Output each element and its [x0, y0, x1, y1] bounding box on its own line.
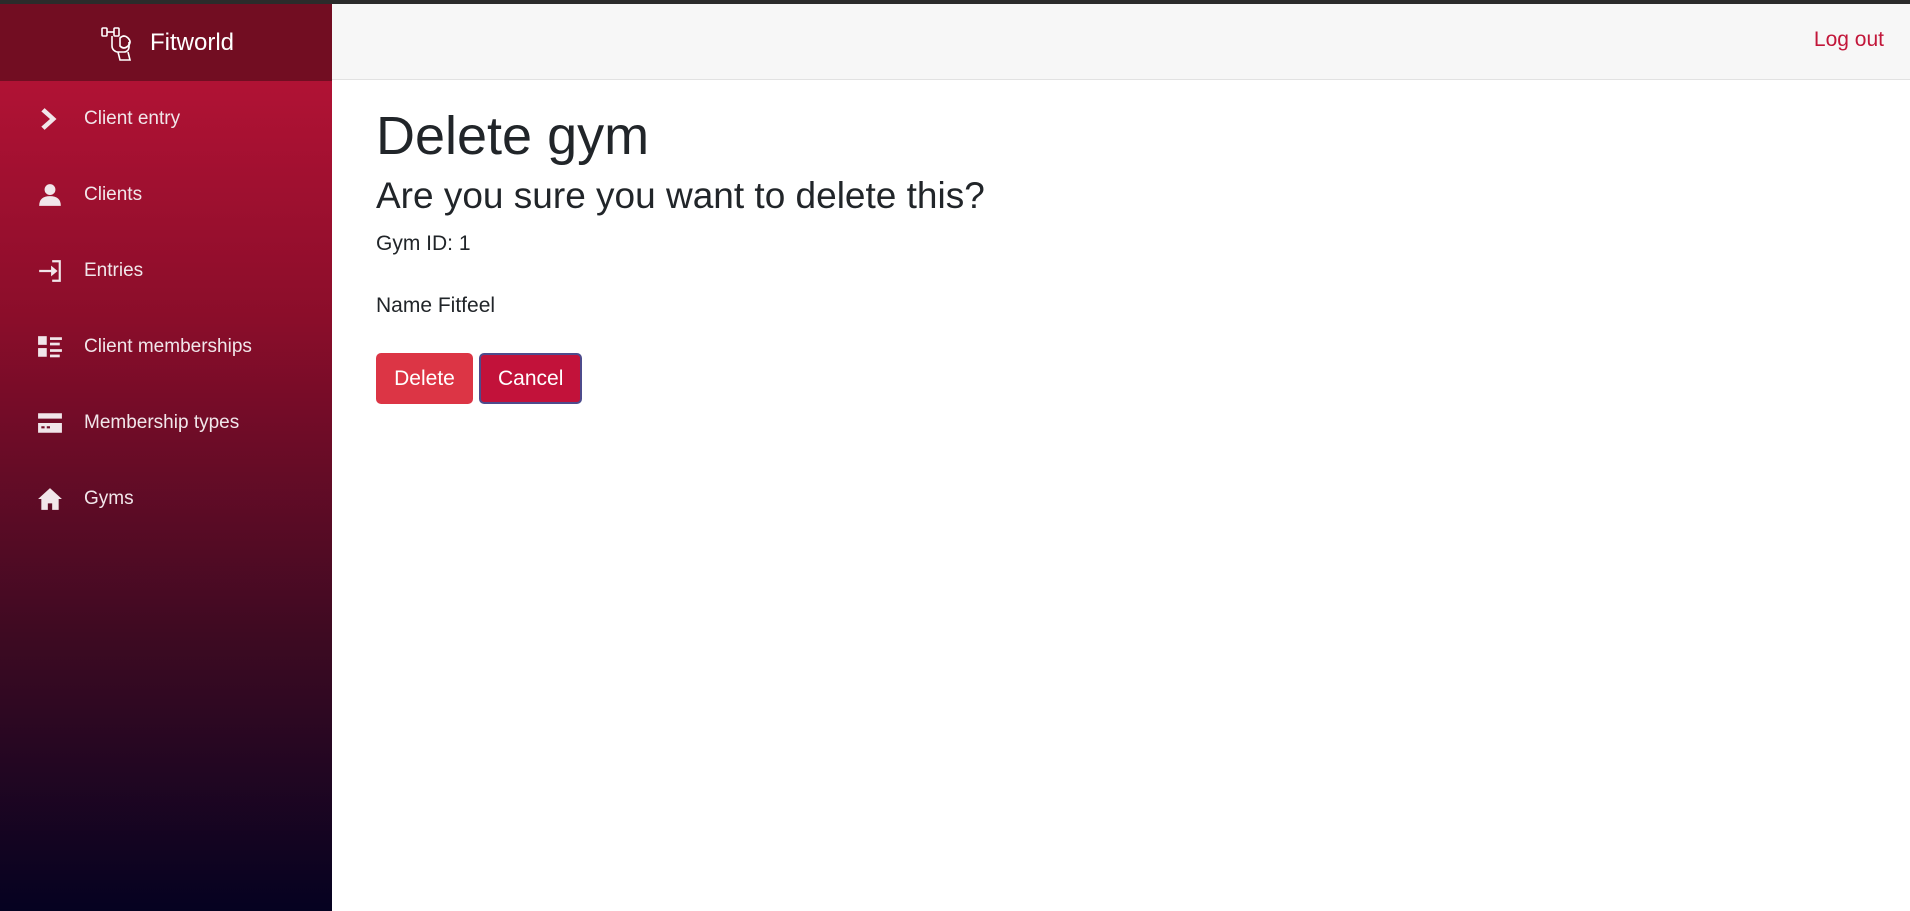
confirm-question: Are you sure you want to delete this?	[376, 175, 985, 216]
cancel-button[interactable]: Cancel	[479, 353, 582, 404]
card-icon	[36, 409, 64, 437]
gym-name-field: Name Fitfeel	[376, 294, 496, 317]
delete-button[interactable]: Delete	[376, 353, 473, 404]
app-name: Fitworld	[149, 28, 234, 56]
fitness-logo-icon	[101, 26, 132, 61]
sidebar-item-clients[interactable]: Clients	[0, 157, 332, 233]
sidebar-item-label: Membership types	[84, 412, 240, 433]
sidebar-item-entries[interactable]: Entries	[0, 233, 332, 309]
chevron-right-icon	[36, 105, 64, 133]
page-title: Delete gym	[376, 106, 650, 166]
sign-in-icon	[36, 257, 64, 285]
sidebar-item-gyms[interactable]: Gyms	[0, 461, 332, 537]
list-view-icon	[36, 333, 64, 361]
gym-id-field: Gym ID: 1	[376, 232, 471, 255]
top-bar: Log out	[332, 4, 1910, 80]
logout-link[interactable]: Log out	[1814, 28, 1884, 52]
brand[interactable]: Fitworld	[0, 4, 332, 81]
sidebar-item-label: Client memberships	[84, 336, 252, 357]
person-icon	[36, 181, 64, 209]
sidebar-item-label: Gyms	[84, 488, 134, 509]
sidebar-item-client-memberships[interactable]: Client memberships	[0, 309, 332, 385]
sidebar-item-client-entry[interactable]: Client entry	[0, 81, 332, 157]
sidebar-item-label: Client entry	[84, 108, 181, 129]
main-content: Delete gym Are you sure you want to dele…	[376, 104, 985, 404]
sidebar-nav: Client entry Clients Entries Client memb…	[0, 81, 332, 537]
form-actions: Delete Cancel	[376, 353, 985, 404]
sidebar-item-label: Clients	[84, 184, 143, 205]
sidebar: Fitworld Client entry Clients Entries Cl…	[0, 4, 332, 911]
home-icon	[36, 485, 64, 513]
sidebar-item-label: Entries	[84, 260, 144, 281]
sidebar-item-membership-types[interactable]: Membership types	[0, 385, 332, 461]
